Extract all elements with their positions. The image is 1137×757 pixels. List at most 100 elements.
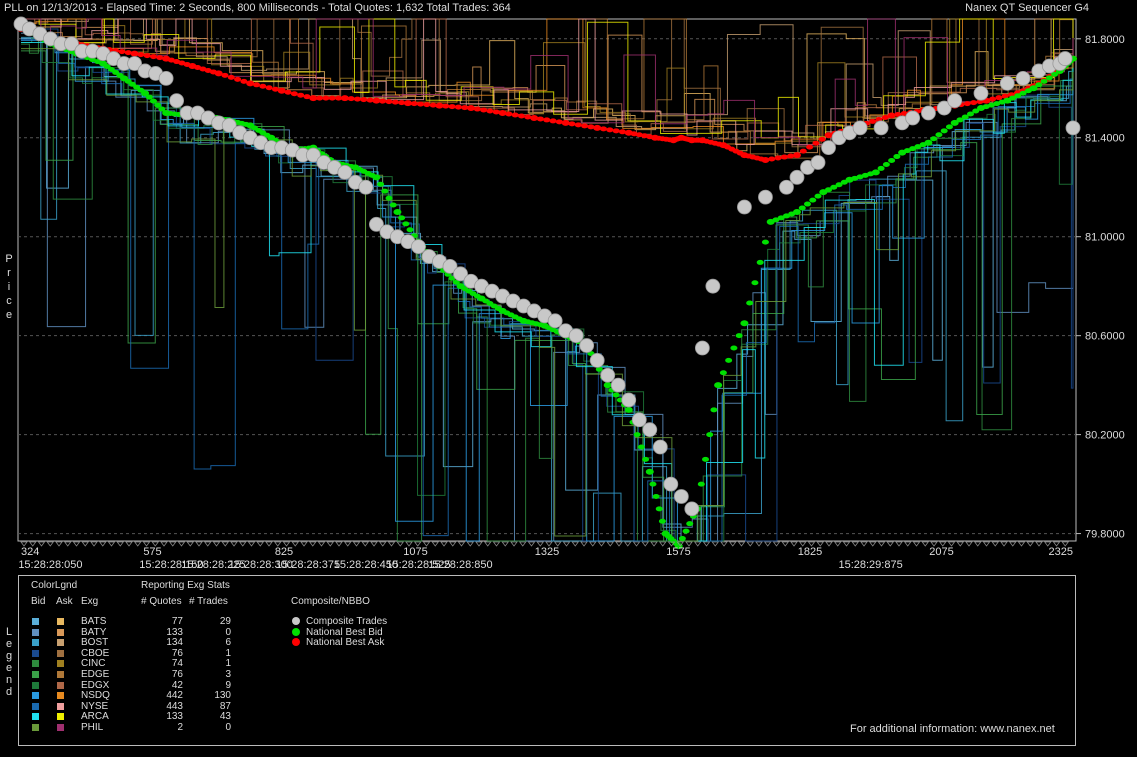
national-best-bid-point-fill bbox=[381, 188, 389, 194]
national-best-bid-point-fill bbox=[398, 215, 406, 221]
national-best-ask-point-fill bbox=[347, 96, 355, 102]
exchange-quotes: 133 bbox=[166, 626, 183, 638]
composite-trade-point bbox=[852, 120, 868, 136]
x-tick-marker bbox=[842, 541, 851, 547]
national-best-bid-point bbox=[603, 382, 612, 389]
national-best-ask-point-fill bbox=[265, 85, 273, 91]
x-tick-marker bbox=[588, 541, 597, 547]
legend-exg-col: Exg bbox=[81, 596, 99, 607]
ask-color-swatch bbox=[57, 702, 64, 710]
bid-color-swatch bbox=[32, 702, 39, 710]
national-best-bid-point-fill bbox=[154, 102, 162, 108]
x-tick-marker bbox=[763, 541, 772, 547]
national-best-ask-point-fill bbox=[780, 154, 788, 160]
x-tick-marker bbox=[212, 541, 221, 547]
x-tick-marker bbox=[125, 541, 133, 547]
legend-bid-col: Bid bbox=[31, 596, 46, 607]
composite-trade-point bbox=[921, 105, 936, 121]
national-best-ask-point-fill bbox=[149, 54, 157, 60]
national-best-ask-point-fill bbox=[360, 97, 368, 103]
national-best-ask-point-fill bbox=[353, 96, 361, 102]
national-best-ask-point-fill bbox=[812, 140, 820, 146]
y-tick-label: 80.6000 bbox=[1085, 331, 1125, 343]
x-tick-marker bbox=[833, 541, 842, 547]
national-best-bid-point-fill bbox=[1045, 75, 1053, 81]
x-tick-marker bbox=[98, 541, 107, 547]
x-tick-marker bbox=[825, 541, 833, 547]
national-best-ask-point-fill bbox=[963, 101, 971, 107]
bid-color-swatch bbox=[32, 618, 39, 625]
legend-panel: ColorLgnd Reporting Exg Stats Bid Ask Ex… bbox=[18, 575, 1076, 746]
national-best-ask-point-fill bbox=[486, 108, 494, 114]
national-best-ask-point-fill bbox=[536, 116, 544, 122]
x-tick-marker bbox=[623, 541, 632, 547]
national-best-ask-point-fill bbox=[253, 82, 261, 88]
ask-color-swatch bbox=[57, 692, 64, 700]
composite-trade-point bbox=[158, 70, 174, 86]
x-seq-label: 324 bbox=[21, 546, 39, 558]
composite-trade-point bbox=[1015, 70, 1031, 86]
national-best-bid-point-fill bbox=[809, 197, 817, 203]
x-tick-marker bbox=[781, 541, 790, 547]
x-tick-marker bbox=[518, 541, 527, 547]
national-best-ask-point-fill bbox=[234, 76, 242, 82]
national-best-bid-point bbox=[714, 382, 723, 389]
x-tick-marker bbox=[195, 541, 203, 547]
x-tick-marker bbox=[308, 541, 317, 547]
composite-trade-point bbox=[973, 85, 989, 101]
ask-color-swatch bbox=[57, 649, 64, 657]
national-best-ask-point-fill bbox=[518, 113, 526, 119]
x-tick-marker bbox=[851, 541, 860, 547]
exchange-quotes: 77 bbox=[171, 616, 183, 627]
exchange-name: CINC bbox=[81, 658, 106, 670]
national-best-ask-point-fill bbox=[989, 96, 997, 102]
x-tick-marker bbox=[63, 541, 72, 547]
exchange-trades: 9 bbox=[225, 679, 231, 691]
national-best-bid-point-fill bbox=[385, 195, 393, 201]
exchange-quotes: 133 bbox=[166, 711, 183, 723]
composite-trade-point bbox=[758, 189, 773, 205]
national-best-bid-point-fill bbox=[945, 124, 953, 130]
x-seq-label: 1825 bbox=[798, 546, 822, 558]
exchange-quotes: 2 bbox=[177, 722, 183, 733]
national-best-ask-point bbox=[887, 112, 896, 119]
national-best-bid-point-fill bbox=[761, 239, 769, 245]
nbbo-legend-label: National Best Ask bbox=[306, 637, 385, 649]
x-tick-marker bbox=[177, 541, 186, 547]
national-best-ask-point bbox=[130, 50, 139, 57]
national-best-bid-point-fill bbox=[706, 432, 714, 438]
national-best-bid-point-fill bbox=[940, 128, 948, 134]
x-tick-marker bbox=[580, 541, 588, 547]
national-best-ask-point bbox=[372, 97, 381, 104]
x-tick-marker bbox=[956, 541, 965, 547]
x-tick-marker bbox=[256, 541, 265, 547]
national-best-ask-point-fill bbox=[806, 144, 814, 150]
national-best-ask-point-fill bbox=[391, 99, 399, 105]
nbbo-legend-marker bbox=[292, 627, 300, 636]
national-best-bid-point-fill bbox=[1040, 78, 1048, 84]
composite-trade-point bbox=[589, 353, 605, 368]
x-seq-label: 1075 bbox=[403, 546, 427, 558]
national-best-ask-point-fill bbox=[410, 101, 418, 107]
x-tick-marker bbox=[991, 541, 1000, 547]
composite-trade-point bbox=[579, 338, 595, 353]
national-best-bid-point-fill bbox=[149, 98, 157, 104]
composite-trade-point bbox=[737, 199, 752, 215]
national-best-bid-point-fill bbox=[658, 518, 666, 524]
x-tick-marker bbox=[492, 541, 501, 547]
national-best-ask-point bbox=[246, 80, 255, 87]
composite-trade-point bbox=[673, 489, 689, 504]
x-tick-marker bbox=[431, 541, 440, 547]
x-time-label: 15:28:28:850 bbox=[428, 559, 492, 571]
national-best-ask-point-fill bbox=[227, 74, 235, 80]
x-tick-marker bbox=[737, 541, 746, 547]
exchange-quotes: 76 bbox=[171, 647, 183, 659]
exchange-name: PHIL bbox=[81, 722, 104, 733]
x-tick-marker bbox=[921, 541, 930, 547]
national-best-ask-point bbox=[530, 114, 539, 121]
x-tick-marker bbox=[72, 541, 81, 547]
national-best-bid-point-fill bbox=[751, 280, 759, 286]
x-time-label: 15:28:28:050 bbox=[18, 559, 82, 571]
composite-trade-point bbox=[684, 501, 700, 517]
x-tick-marker bbox=[335, 541, 343, 547]
